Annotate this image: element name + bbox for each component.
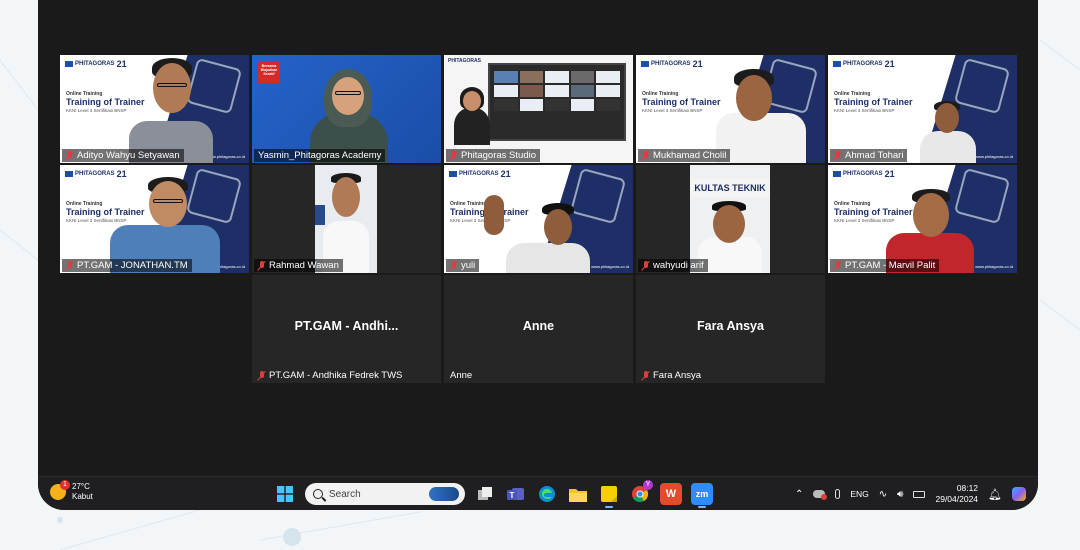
- zoom-window: PHITAGORAS 21 Online Training Training of…: [38, 0, 1038, 510]
- video-tile[interactable]: PHITAGORAS21 Online Training Training of…: [444, 165, 633, 273]
- svg-text:T: T: [510, 491, 515, 500]
- clock[interactable]: 08:12 29/04/2024: [935, 483, 978, 505]
- file-explorer-icon[interactable]: [567, 483, 589, 505]
- volume-icon[interactable]: 🔊︎: [897, 489, 903, 500]
- search-input[interactable]: [329, 488, 419, 500]
- participant-name-label: PT.GAM - Marvil Palit: [830, 259, 940, 272]
- participant-name-label: Yasmin_Phitagoras Academy: [254, 149, 386, 162]
- participant-video: [115, 55, 225, 163]
- participant-video: [878, 165, 988, 273]
- participant-name-label: Fara Ansya: [638, 369, 705, 382]
- video-tile[interactable]: PHITAGORAS21 Online Training Training of…: [636, 55, 825, 163]
- no-video-tile[interactable]: Fara Ansya Fara Ansya: [636, 275, 825, 383]
- video-tile[interactable]: PHITAGORAS21 Online Training Training of…: [60, 55, 249, 163]
- task-view-icon[interactable]: [474, 483, 496, 505]
- participant-display-name: Anne: [522, 319, 555, 333]
- active-speaker-tile[interactable]: Bersama Wujudkan Kreatif Yasmin_Phitagor…: [252, 55, 441, 163]
- participant-name-label: Adityo Wahyu Setyawan: [62, 149, 184, 162]
- shared-screen: [488, 63, 626, 141]
- participant-name-label: Anne: [450, 370, 473, 381]
- participant-name-label: Mukhamad Cholil: [638, 149, 731, 162]
- wifi-icon[interactable]: ∿: [879, 489, 887, 500]
- mic-muted-icon: [642, 370, 650, 381]
- search-highlight-icon: [429, 487, 459, 501]
- chrome-icon[interactable]: Y: [629, 480, 653, 505]
- video-tile[interactable]: PHITAGORAS21 Online Training Training of…: [828, 165, 1017, 273]
- participant-name-label: Ahmad Tohari: [830, 149, 908, 162]
- search-icon: [313, 489, 323, 499]
- weather-icon: 1: [50, 480, 70, 500]
- video-tile[interactable]: PHITAGORAS21 Online Training Training of…: [60, 165, 249, 273]
- participant-display-name: Fara Ansya: [697, 319, 764, 333]
- language-indicator[interactable]: ENG: [850, 489, 868, 499]
- screen-share-tile[interactable]: PHITAGORAS Phitagoras Studio: [444, 55, 633, 163]
- video-tile[interactable]: PHITAGORAS21 Online Training Training of…: [828, 55, 1017, 163]
- clock-date: 29/04/2024: [935, 494, 979, 504]
- start-icon[interactable]: [274, 483, 296, 505]
- no-video-tile[interactable]: Anne Anne: [444, 275, 633, 383]
- mic-muted-icon: [66, 260, 74, 271]
- battery-icon[interactable]: [913, 490, 926, 498]
- participant-name-label: Phitagoras Studio: [446, 149, 540, 162]
- mic-muted-icon: [834, 260, 842, 271]
- participant-name-label: wahyudi arif: [638, 259, 708, 272]
- participant-name-label: Rahmad Wawan: [254, 259, 343, 272]
- copilot-icon[interactable]: [1012, 487, 1026, 501]
- host-badge: Bersama Wujudkan Kreatif: [258, 61, 280, 83]
- participant-video: [918, 55, 978, 163]
- windows-taskbar: 1 27°C Kabut T: [38, 476, 1038, 510]
- notification-bell-icon[interactable]: 🔔︎: [988, 488, 1002, 501]
- weather-temp: 27°C: [72, 482, 90, 491]
- mic-muted-icon: [66, 150, 74, 161]
- onedrive-icon[interactable]: [813, 490, 828, 500]
- video-tile[interactable]: Rahmad Wawan: [252, 165, 441, 273]
- clock-time: 08:12: [956, 483, 979, 493]
- wall-banner: KULTAS TEKNIK: [690, 179, 770, 197]
- mic-muted-icon: [642, 150, 650, 161]
- participant-video: [484, 165, 594, 273]
- participant-video: [315, 165, 377, 273]
- taskbar-search[interactable]: [305, 483, 465, 505]
- mic-muted-icon: [258, 260, 266, 271]
- teams-icon[interactable]: T: [505, 483, 527, 505]
- chrome-profile-badge: Y: [643, 480, 653, 490]
- mic-muted-icon: [642, 260, 650, 271]
- no-video-tile[interactable]: PT.GAM - Andhi... PT.GAM - Andhika Fedre…: [252, 275, 441, 383]
- weather-widget[interactable]: 1 27°C Kabut: [50, 480, 93, 502]
- edge-icon[interactable]: [536, 483, 558, 505]
- chevron-up-icon[interactable]: ⌃: [795, 489, 803, 500]
- mic-muted-icon: [450, 150, 458, 161]
- zoom-icon[interactable]: zm: [691, 483, 713, 508]
- wps-icon[interactable]: W: [660, 483, 682, 505]
- microphone-icon[interactable]: [835, 489, 841, 499]
- wps-label: W: [665, 488, 677, 500]
- participant-video: [706, 55, 816, 163]
- participant-display-name: PT.GAM - Andhi...: [294, 319, 399, 333]
- participant-name-label: PT.GAM - JONATHAN.TM: [62, 259, 192, 272]
- zoom-label: zm: [695, 489, 709, 499]
- participant-video: [100, 165, 240, 273]
- participant-video: [450, 55, 494, 145]
- notification-badge: 1: [60, 480, 70, 490]
- participant-video: KULTAS TEKNIK: [690, 165, 770, 273]
- participant-name-label: yuli: [446, 259, 480, 272]
- participant-name-label: PT.GAM - Andhika Fedrek TWS: [254, 369, 406, 382]
- mic-muted-icon: [258, 370, 266, 381]
- mic-muted-icon: [450, 260, 458, 271]
- video-tile[interactable]: KULTAS TEKNIK wahyudi arif: [636, 165, 825, 273]
- system-tray: ⌃ ENG ∿ 🔊︎ 08:12 29/04/2024 🔔︎: [795, 477, 1038, 510]
- mic-muted-icon: [834, 150, 842, 161]
- weather-desc: Kabut: [72, 492, 93, 501]
- sticky-notes-icon[interactable]: [598, 483, 620, 508]
- participant-video: [300, 55, 400, 163]
